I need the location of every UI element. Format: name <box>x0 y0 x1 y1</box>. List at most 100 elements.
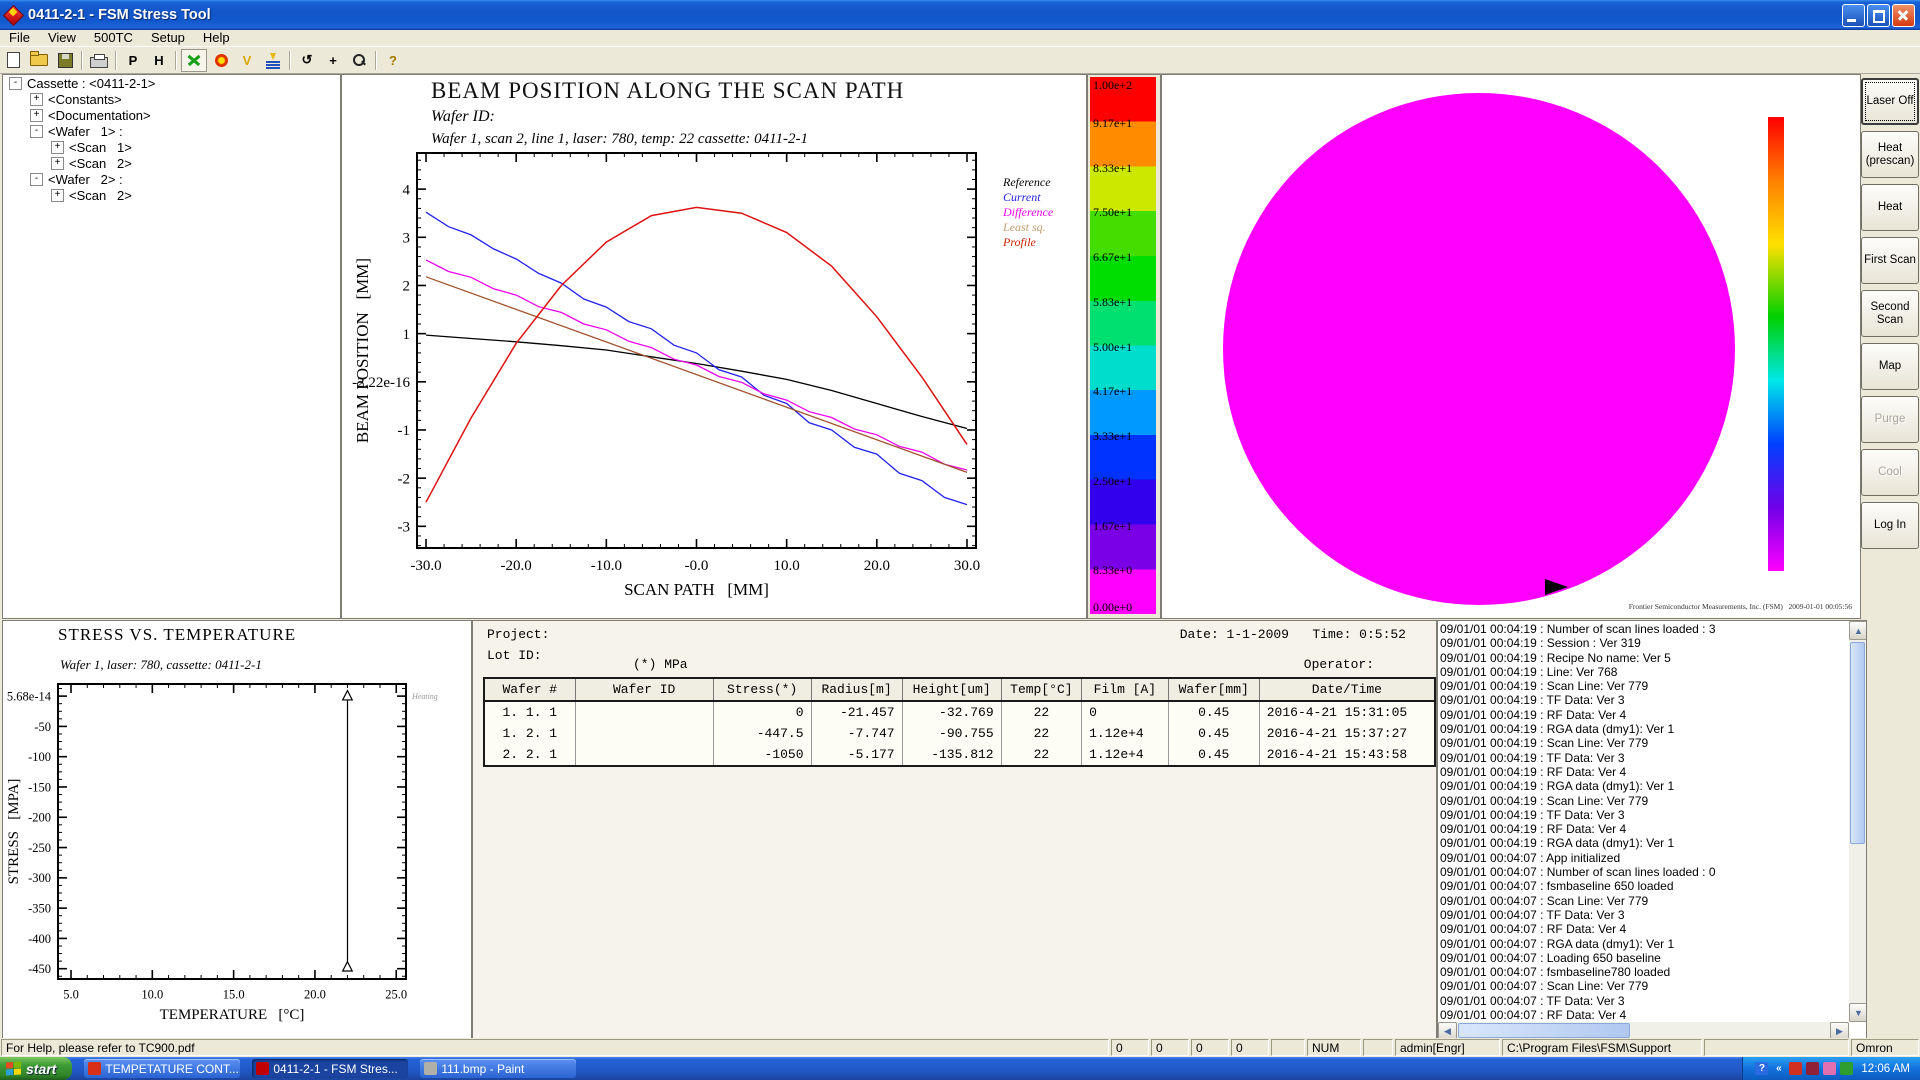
tray-status-maroon-icon[interactable] <box>1806 1062 1819 1075</box>
menu-500tc[interactable]: 500TC <box>85 30 142 46</box>
height-h-icon[interactable]: H <box>147 50 171 71</box>
svg-text:20.0: 20.0 <box>304 988 326 1002</box>
task-111-bmp-paint[interactable]: 111.bmp - Paint <box>420 1059 576 1078</box>
log-horizontal-scrollbar[interactable]: ◀ ▶ <box>1438 1022 1849 1039</box>
wafer-map-color-scale <box>1768 117 1784 571</box>
task-0411-2-1-fsm-stres-[interactable]: 0411-2-1 - FSM Stres... <box>252 1059 408 1078</box>
expand-icon[interactable]: + <box>51 189 64 202</box>
scroll-up-button[interactable]: ▲ <box>1849 621 1867 640</box>
tree-item-label: <Scan 2> <box>69 188 132 203</box>
expand-icon[interactable]: + <box>30 93 43 106</box>
tree-item-5[interactable]: + <Scan 2> <box>3 155 340 171</box>
tray-status-pink-icon[interactable] <box>1823 1062 1836 1075</box>
save-icon[interactable] <box>53 50 77 71</box>
first-scan-button[interactable]: First Scan <box>1861 237 1919 284</box>
table-cell: 1.12e+4 <box>1082 744 1169 766</box>
pan-icon[interactable]: + <box>321 50 345 71</box>
task-tempetature-cont-[interactable]: TEMPETATURE CONT... <box>84 1059 240 1078</box>
close-button[interactable] <box>1892 4 1915 27</box>
table-cell: 1.12e+4 <box>1082 723 1169 744</box>
heat-button[interactable]: Heat <box>1861 184 1919 231</box>
beam-position-chart-panel: BEAM POSITION ALONG THE SCAN PATH Wafer … <box>341 74 1087 619</box>
scan-plot-icon[interactable] <box>181 49 207 72</box>
tray-help-icon[interactable]: ? <box>1755 1062 1768 1075</box>
fsm-diamond-icon <box>256 1062 269 1075</box>
table-cell: 2016-4-21 15:31:05 <box>1259 701 1435 723</box>
wafer-map-icon[interactable] <box>209 50 233 71</box>
toolbar-separator <box>289 51 291 70</box>
event-log-panel: 09/01/01 00:04:19 : Number of scan lines… <box>1437 620 1867 1040</box>
color-scale-label: 9.17e+1 <box>1093 116 1132 131</box>
fsm-credit-text: Frontier Semiconductor Measurements, Inc… <box>1629 602 1852 611</box>
svg-text:-150: -150 <box>28 780 51 794</box>
expand-icon[interactable]: + <box>30 109 43 122</box>
tray-safely-remove-icon[interactable] <box>1840 1062 1853 1075</box>
open-file-icon[interactable] <box>27 50 51 71</box>
svg-text:BEAM POSITION [MM]: BEAM POSITION [MM] <box>353 258 372 443</box>
heat-prescan--button[interactable]: Heat (prescan) <box>1861 131 1919 178</box>
svg-text:-250: -250 <box>28 841 51 855</box>
collapse-icon[interactable]: - <box>30 173 43 186</box>
table-row[interactable]: 2. 2. 1-1050-5.177-135.812221.12e+40.452… <box>484 744 1435 766</box>
vertical-scroll-thumb[interactable] <box>1850 642 1865 844</box>
status-pane-num: NUM <box>1307 1039 1361 1056</box>
help-icon[interactable]: ? <box>381 50 405 71</box>
svg-text:-350: -350 <box>28 902 51 916</box>
color-scale-label: 1.67e+1 <box>1093 519 1132 534</box>
zoom-icon[interactable] <box>347 50 371 71</box>
collapse-icon[interactable]: - <box>30 125 43 138</box>
scroll-down-button[interactable]: ▼ <box>1849 1003 1867 1022</box>
tray-chevron-icon[interactable]: « <box>1772 1062 1785 1075</box>
second-scan-button[interactable]: Second Scan <box>1861 290 1919 337</box>
svg-text:-400: -400 <box>28 932 51 946</box>
horizontal-scroll-thumb[interactable] <box>1458 1023 1630 1038</box>
import-icon[interactable] <box>261 50 285 71</box>
map-button[interactable]: Map <box>1861 343 1919 390</box>
tree-item-label: <Scan 2> <box>69 156 132 171</box>
log-line: 09/01/01 00:04:19 : TF Data: Ver 3 <box>1440 751 1847 765</box>
table-cell: 0.45 <box>1168 723 1259 744</box>
expand-icon[interactable]: + <box>51 141 64 154</box>
log-vertical-scrollbar[interactable]: ▲ ▼ <box>1849 621 1866 1022</box>
log-line: 09/01/01 00:04:19 : Session : Ver 319 <box>1440 636 1847 650</box>
svg-text:-100: -100 <box>28 750 51 764</box>
print-icon[interactable] <box>87 50 111 71</box>
table-header-row: Wafer #Wafer IDStress(*)Radius[m]Height[… <box>484 678 1435 701</box>
column-header: Stress(*) <box>713 678 811 701</box>
svg-text:30.0: 30.0 <box>954 558 980 574</box>
menu-help[interactable]: Help <box>194 30 239 46</box>
magnifier-glyph <box>352 53 366 67</box>
floppy-glyph <box>58 53 73 68</box>
tree-item-4[interactable]: +<Scan 1> <box>3 139 340 155</box>
laser-off-button[interactable]: Laser Off <box>1861 78 1919 125</box>
start-button[interactable]: start <box>0 1057 72 1080</box>
log-line: 09/01/01 00:04:07 : fsmbaseline 650 load… <box>1440 879 1847 893</box>
menu-view[interactable]: View <box>39 30 85 46</box>
table-cell: 22 <box>1001 701 1081 723</box>
expand-icon[interactable]: + <box>51 157 64 170</box>
table-row[interactable]: 1. 1. 10-21.457-32.7692200.452016-4-21 1… <box>484 701 1435 723</box>
table-cell: 0 <box>1082 701 1169 723</box>
table-row[interactable]: 1. 2. 1-447.5-7.747-90.755221.12e+40.452… <box>484 723 1435 744</box>
tree-item-3[interactable]: -<Wafer 1> : <box>3 123 340 139</box>
tree-item-6[interactable]: -<Wafer 2> : <box>3 171 340 187</box>
svg-text:5.68e-14: 5.68e-14 <box>7 689 52 703</box>
new-file-icon[interactable] <box>1 50 25 71</box>
event-log-list[interactable]: 09/01/01 00:04:19 : Number of scan lines… <box>1440 622 1847 1021</box>
tree-item-0[interactable]: -Cassette : <0411-2-1> <box>3 75 340 91</box>
menu-file[interactable]: File <box>0 30 39 46</box>
menu-setup[interactable]: Setup <box>142 30 194 46</box>
svg-text:1: 1 <box>403 327 411 343</box>
minimize-button[interactable] <box>1842 4 1865 27</box>
profile-p-icon[interactable]: P <box>121 50 145 71</box>
wafer-notch-arrow-icon <box>1545 579 1568 595</box>
rotate-icon[interactable]: ↺ <box>295 50 319 71</box>
tree-item-7[interactable]: + <Scan 2> <box>3 187 340 203</box>
profile-v-icon[interactable]: V <box>235 50 259 71</box>
restore-button[interactable] <box>1867 4 1890 27</box>
collapse-icon[interactable]: - <box>9 77 22 90</box>
tree-item-2[interactable]: +<Documentation> <box>3 107 340 123</box>
log-in-button[interactable]: Log In <box>1861 502 1919 549</box>
tray-status-red-icon[interactable] <box>1789 1062 1802 1075</box>
tree-item-1[interactable]: +<Constants> <box>3 91 340 107</box>
